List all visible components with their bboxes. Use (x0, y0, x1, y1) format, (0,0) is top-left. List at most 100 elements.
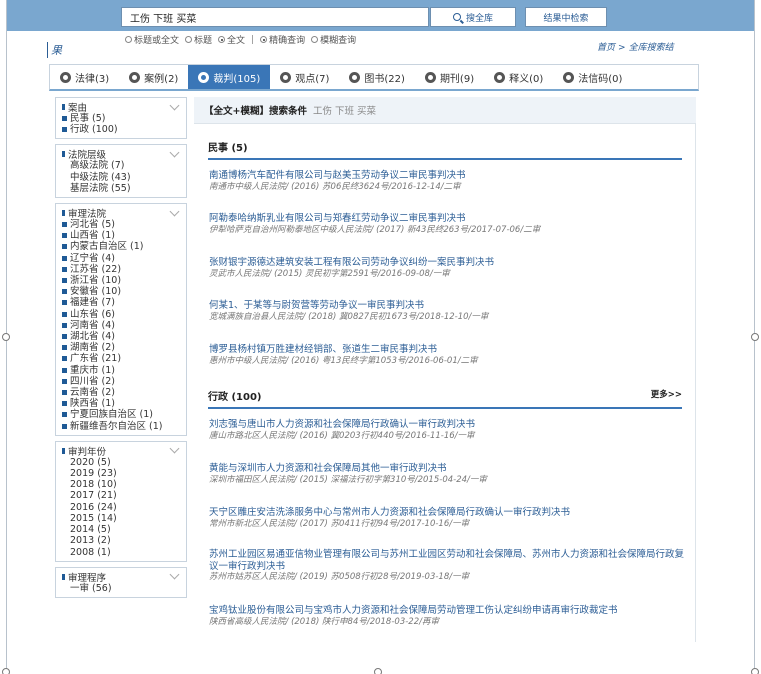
square-bullet-icon (62, 345, 67, 351)
resize-handle-bottom[interactable] (374, 668, 382, 674)
result-title-link[interactable]: 黄能与深圳市人力资源和社会保障局其他一审行政判决书 (209, 463, 689, 475)
more-link[interactable]: 更多>> (651, 388, 682, 403)
breadcrumb-separator: > (618, 43, 626, 53)
page-heading-fragment: 果 (47, 42, 62, 58)
facet-item[interactable]: 山西省 (1) (62, 230, 182, 241)
facet-header[interactable]: 审理程序 (62, 569, 182, 584)
option-title-or-fulltext[interactable]: 标题或全文 (125, 33, 179, 46)
breadcrumb-home-link[interactable]: 首页 (597, 43, 615, 53)
chevron-down-icon[interactable] (169, 569, 180, 580)
result-meta: 伊犁哈萨克自治州阿勒泰地区中级人民法院/ (2017) 新43民终263号/20… (209, 224, 541, 235)
facet-case-type: 案由 民事 (5) 行政 (100) (55, 97, 187, 140)
facet-item[interactable]: 2008 (1) (62, 547, 182, 558)
chevron-down-icon[interactable] (169, 147, 180, 158)
tab-law[interactable]: 法律(3) (50, 65, 119, 89)
facet-item[interactable]: 新疆维吾尔自治区 (1) (62, 421, 182, 432)
facet-item[interactable]: 山东省 (6) (62, 309, 182, 320)
facet-item[interactable]: 福建省 (7) (62, 297, 182, 308)
result-title-link[interactable]: 阿勒泰哈纳斯乳业有限公司与郑春红劳动争议二审民事判决书 (209, 213, 689, 225)
facet-procedure: 审理程序 一审 (56) (55, 566, 187, 598)
facet-item[interactable]: 辽宁省 (4) (62, 253, 182, 264)
facet-item[interactable]: 安徽省 (10) (62, 286, 182, 297)
facet-item[interactable]: 广东省 (21) (62, 353, 182, 364)
tab-book[interactable]: 图书(22) (339, 65, 415, 89)
book-icon (349, 71, 361, 83)
resize-handle-bottom-right[interactable] (751, 668, 759, 674)
facet-item[interactable]: 2020 (5) (62, 457, 182, 468)
facet-item[interactable]: 2015 (14) (62, 513, 182, 524)
breadcrumb-current: 全库搜索结 (628, 43, 674, 53)
facet-item[interactable]: 湖北省 (4) (62, 331, 182, 342)
result-meta: 宽城满族自治县人民法院/ (2018) 冀0827民初1673号/2018-12… (209, 311, 489, 322)
facet-header[interactable]: 审理法院 (62, 206, 182, 220)
facet-item[interactable]: 中级法院 (43) (62, 172, 182, 183)
tab-judgment[interactable]: 裁判(105) (188, 65, 271, 89)
facet-item[interactable]: 江苏省 (22) (62, 264, 182, 275)
facet-item[interactable]: 一审 (56) (62, 583, 182, 594)
tab-code[interactable]: 法信码(0) (553, 65, 632, 89)
facet-item[interactable]: 浙江省 (10) (62, 275, 182, 286)
result-title-link[interactable]: 苏州工业园区易通亚信物业管理有限公司与苏州工业园区劳动和社会保障局、苏州市人力资… (209, 549, 689, 572)
result-title-link[interactable]: 何某1、于某等与尉贺营等劳动争议一审民事判决书 (209, 300, 689, 312)
resize-handle-bottom-left[interactable] (2, 668, 10, 674)
facet-header[interactable]: 案由 (62, 100, 182, 114)
facet-item[interactable]: 基层法院 (55) (62, 183, 182, 194)
year-list: 2020 (5) 2019 (23) 2018 (10) 2017 (21) 2016 … (62, 457, 182, 558)
result-type-tabs: 法律(3) 案例(2) 裁判(105) 观点(7) 图书(22) 期刊(9) 释… (49, 64, 699, 91)
facet-item[interactable]: 河北省 (5) (62, 219, 182, 230)
facet-item[interactable]: 行政 (100) (62, 124, 182, 135)
result-title-link[interactable]: 张财银宇源德达建筑安装工程有限公司劳动争议纠纷一案民事判决书 (209, 257, 689, 269)
option-separator: | (251, 34, 255, 45)
option-title[interactable]: 标题 (185, 33, 212, 46)
chevron-down-icon[interactable] (169, 100, 180, 110)
result-meta: 南通市中级人民法院/ (2016) 苏06民终3624号/2016-12-14/… (209, 181, 461, 192)
facet-item[interactable]: 内蒙古自治区 (1) (62, 241, 182, 252)
bullet-icon (62, 573, 65, 580)
option-fulltext[interactable]: 全文 (218, 33, 245, 46)
search-in-results-button[interactable]: 结果中检索 (525, 7, 607, 27)
facet-item[interactable]: 2019 (23) (62, 468, 182, 479)
facet-item[interactable]: 2016 (24) (62, 502, 182, 513)
result-title-link[interactable]: 刘志强与唐山市人力资源和社会保障局行政确认一审行政判决书 (209, 419, 689, 431)
facet-item[interactable]: 2017 (21) (62, 490, 182, 501)
result-title-link[interactable]: 博罗县杨村镇万胜建材经销部、张道生二审民事判决书 (209, 344, 689, 356)
facet-item[interactable]: 2014 (5) (62, 524, 182, 535)
square-bullet-icon (62, 311, 67, 317)
facet-item[interactable]: 四川省 (2) (62, 376, 182, 387)
tab-journal[interactable]: 期刊(9) (415, 65, 484, 89)
section-title-civil: 民事 (5) (208, 139, 682, 160)
facet-item[interactable]: 民事 (5) (62, 113, 182, 124)
facet-year: 审判年份 2020 (5) 2019 (23) 2018 (10) 2017 (21)… (55, 440, 187, 562)
option-exact-query[interactable]: 精确查询 (260, 33, 305, 46)
search-all-button[interactable]: 搜全库 (430, 7, 516, 27)
search-input[interactable] (121, 7, 429, 27)
result-title-link[interactable]: 南通博杨汽车配件有限公司与赵美玉劳动争议二审民事判决书 (209, 170, 689, 182)
facet-item[interactable]: 云南省 (2) (62, 387, 182, 398)
facet-header[interactable]: 法院层级 (62, 147, 182, 161)
radio-icon (311, 36, 319, 43)
result-title-link[interactable]: 天宁区雕庄安洁洗涤服务中心与常州市人力资源和社会保障局行政确认一审行政判决书 (209, 507, 689, 519)
result-title-link[interactable]: 宝鸡钛业股份有限公司与宝鸡市人力资源和社会保障局劳动管理工伤认定纠纷申请再审行政… (209, 605, 689, 617)
facet-item[interactable]: 宁夏回族自治区 (1) (62, 409, 182, 420)
tab-case[interactable]: 案例(2) (119, 65, 188, 89)
facet-item[interactable]: 高级法院 (7) (62, 160, 182, 171)
resize-handle-left[interactable] (2, 333, 10, 341)
journal-icon (424, 71, 436, 83)
square-bullet-icon (62, 334, 67, 340)
facet-item[interactable]: 重庆市 (1) (62, 365, 182, 376)
facet-item[interactable]: 湖南省 (2) (62, 342, 182, 353)
resize-handle-right[interactable] (751, 333, 759, 341)
section-title-admin: 行政 (100) 更多>> (208, 388, 682, 409)
square-bullet-icon (62, 322, 67, 328)
chevron-down-icon[interactable] (169, 206, 180, 216)
chevron-down-icon[interactable] (169, 443, 180, 454)
option-fuzzy-query[interactable]: 模糊查询 (311, 33, 356, 46)
facet-item[interactable]: 2013 (2) (62, 535, 182, 546)
tab-interpretation[interactable]: 释义(0) (484, 65, 553, 89)
result-meta: 唐山市路北区人民法院/ (2016) 冀0203行初440号/2016-11-1… (209, 430, 475, 441)
facet-header[interactable]: 审判年份 (62, 443, 182, 458)
facet-item[interactable]: 河南省 (4) (62, 320, 182, 331)
facet-item[interactable]: 陕西省 (1) (62, 398, 182, 409)
facet-item[interactable]: 2018 (10) (62, 479, 182, 490)
tab-opinion[interactable]: 观点(7) (270, 65, 339, 89)
